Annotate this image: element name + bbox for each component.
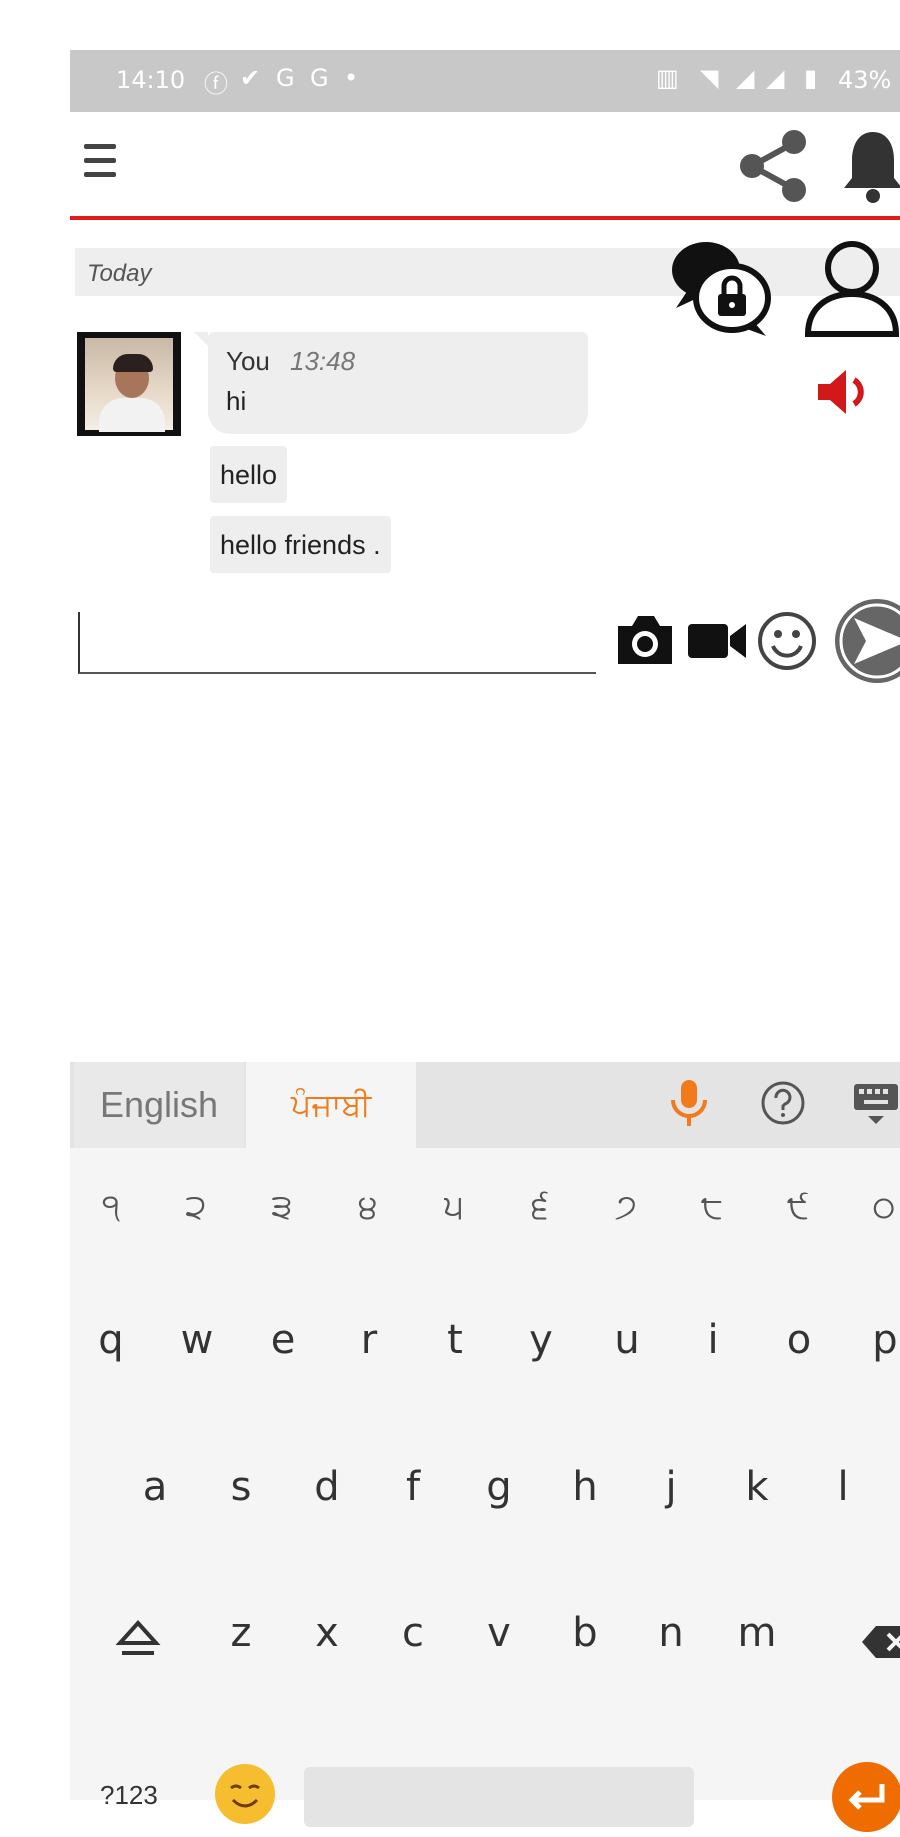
key-p[interactable]: p	[845, 1317, 900, 1363]
dot-icon: •	[344, 64, 359, 92]
share-icon[interactable]	[734, 126, 814, 206]
status-time: 14:10	[116, 66, 186, 94]
key-s[interactable]: s	[201, 1464, 281, 1510]
key-9[interactable]: ੯	[758, 1187, 838, 1227]
key-6[interactable]: ੬	[500, 1187, 580, 1227]
keyboard-toolbar: English ਪੰਜਾਬੀ	[70, 1062, 900, 1148]
key-x[interactable]: x	[287, 1610, 367, 1656]
signal-icon: ◢	[736, 64, 755, 92]
key-c[interactable]: c	[373, 1610, 453, 1656]
key-o[interactable]: o	[759, 1317, 839, 1363]
sender-name: You	[226, 346, 270, 376]
symbols-key[interactable]: ?123	[100, 1780, 158, 1811]
soft-keyboard: English ਪੰਜਾਬੀ ੧ ੨ ੩ ੪ ੫ ੬ ੭ ੮ ੯ ੦ q w e…	[70, 1062, 900, 1832]
space-key[interactable]	[304, 1767, 694, 1827]
key-e[interactable]: e	[243, 1317, 323, 1363]
date-separator: Today	[75, 248, 900, 296]
key-f[interactable]: f	[373, 1464, 453, 1510]
backspace-key[interactable]	[860, 1622, 900, 1662]
profile-icon[interactable]	[802, 238, 900, 338]
key-l[interactable]: l	[803, 1464, 883, 1510]
keyboard-hide-icon[interactable]	[852, 1080, 900, 1126]
language-tab-english[interactable]: English	[74, 1062, 244, 1148]
key-4[interactable]: ੪	[328, 1187, 408, 1227]
shift-key[interactable]	[110, 1617, 166, 1661]
key-h[interactable]: h	[545, 1464, 625, 1510]
send-button[interactable]	[832, 596, 900, 686]
signal-icon: ◢	[766, 64, 785, 92]
g-icon: G	[310, 64, 329, 92]
key-i[interactable]: i	[673, 1317, 753, 1363]
bell-icon[interactable]	[838, 126, 900, 206]
battery-percent: 43%	[838, 66, 892, 94]
message-text: hi	[226, 386, 247, 416]
key-d[interactable]: d	[287, 1464, 367, 1510]
emoji-key-icon[interactable]	[215, 1764, 275, 1824]
microphone-icon[interactable]	[666, 1078, 712, 1128]
video-icon[interactable]	[686, 614, 748, 668]
speaker-icon[interactable]	[814, 366, 876, 418]
wifi-icon: ◥	[700, 64, 719, 92]
camera-icon[interactable]	[614, 612, 676, 668]
key-k[interactable]: k	[717, 1464, 797, 1510]
message-time: 13:48	[290, 346, 356, 376]
key-m[interactable]: m	[717, 1610, 797, 1656]
key-b[interactable]: b	[545, 1610, 625, 1656]
app-bar	[70, 112, 900, 220]
key-q[interactable]: q	[71, 1317, 151, 1363]
key-n[interactable]: n	[631, 1610, 711, 1656]
help-icon[interactable]	[760, 1080, 806, 1126]
key-v[interactable]: v	[459, 1610, 539, 1656]
g-icon: G	[276, 64, 295, 92]
key-g[interactable]: g	[459, 1464, 539, 1510]
key-2[interactable]: ੨	[156, 1187, 236, 1227]
key-3[interactable]: ੩	[242, 1187, 322, 1227]
message-bubble[interactable]: hello	[210, 446, 288, 503]
bubble-tail	[194, 332, 208, 346]
message-bubble[interactable]: You 13:48 hi	[208, 332, 588, 434]
key-5[interactable]: ੫	[414, 1187, 494, 1227]
menu-icon[interactable]	[84, 144, 116, 184]
key-r[interactable]: r	[329, 1317, 409, 1363]
message-input[interactable]	[78, 612, 596, 674]
key-0[interactable]: ੦	[844, 1187, 900, 1227]
emoji-icon[interactable]	[756, 610, 818, 672]
facebook-icon: ⓕ	[204, 70, 228, 98]
language-tab-punjabi[interactable]: ਪੰਜਾਬੀ	[246, 1062, 416, 1148]
secure-chat-icon[interactable]	[666, 238, 776, 338]
key-7[interactable]: ੭	[586, 1187, 666, 1227]
key-1[interactable]: ੧	[71, 1187, 151, 1227]
key-a[interactable]: a	[115, 1464, 195, 1510]
avatar[interactable]	[77, 332, 181, 436]
date-label: Today	[87, 260, 152, 287]
status-bar: 14:10 ⓕ ✔ G G • ▥ ◥ ◢ ◢ ▮ 43%	[70, 50, 900, 112]
key-t[interactable]: t	[415, 1317, 495, 1363]
enter-key[interactable]	[832, 1762, 900, 1832]
key-8[interactable]: ੮	[672, 1187, 752, 1227]
check-circle-icon: ✔	[240, 64, 261, 92]
message-bubble[interactable]: hello friends .	[210, 516, 391, 573]
key-z[interactable]: z	[201, 1610, 281, 1656]
key-j[interactable]: j	[631, 1464, 711, 1510]
battery-icon: ▮	[804, 64, 818, 92]
vibrate-icon: ▥	[656, 64, 679, 92]
key-w[interactable]: w	[157, 1317, 237, 1363]
key-u[interactable]: u	[587, 1317, 667, 1363]
key-y[interactable]: y	[501, 1317, 581, 1363]
